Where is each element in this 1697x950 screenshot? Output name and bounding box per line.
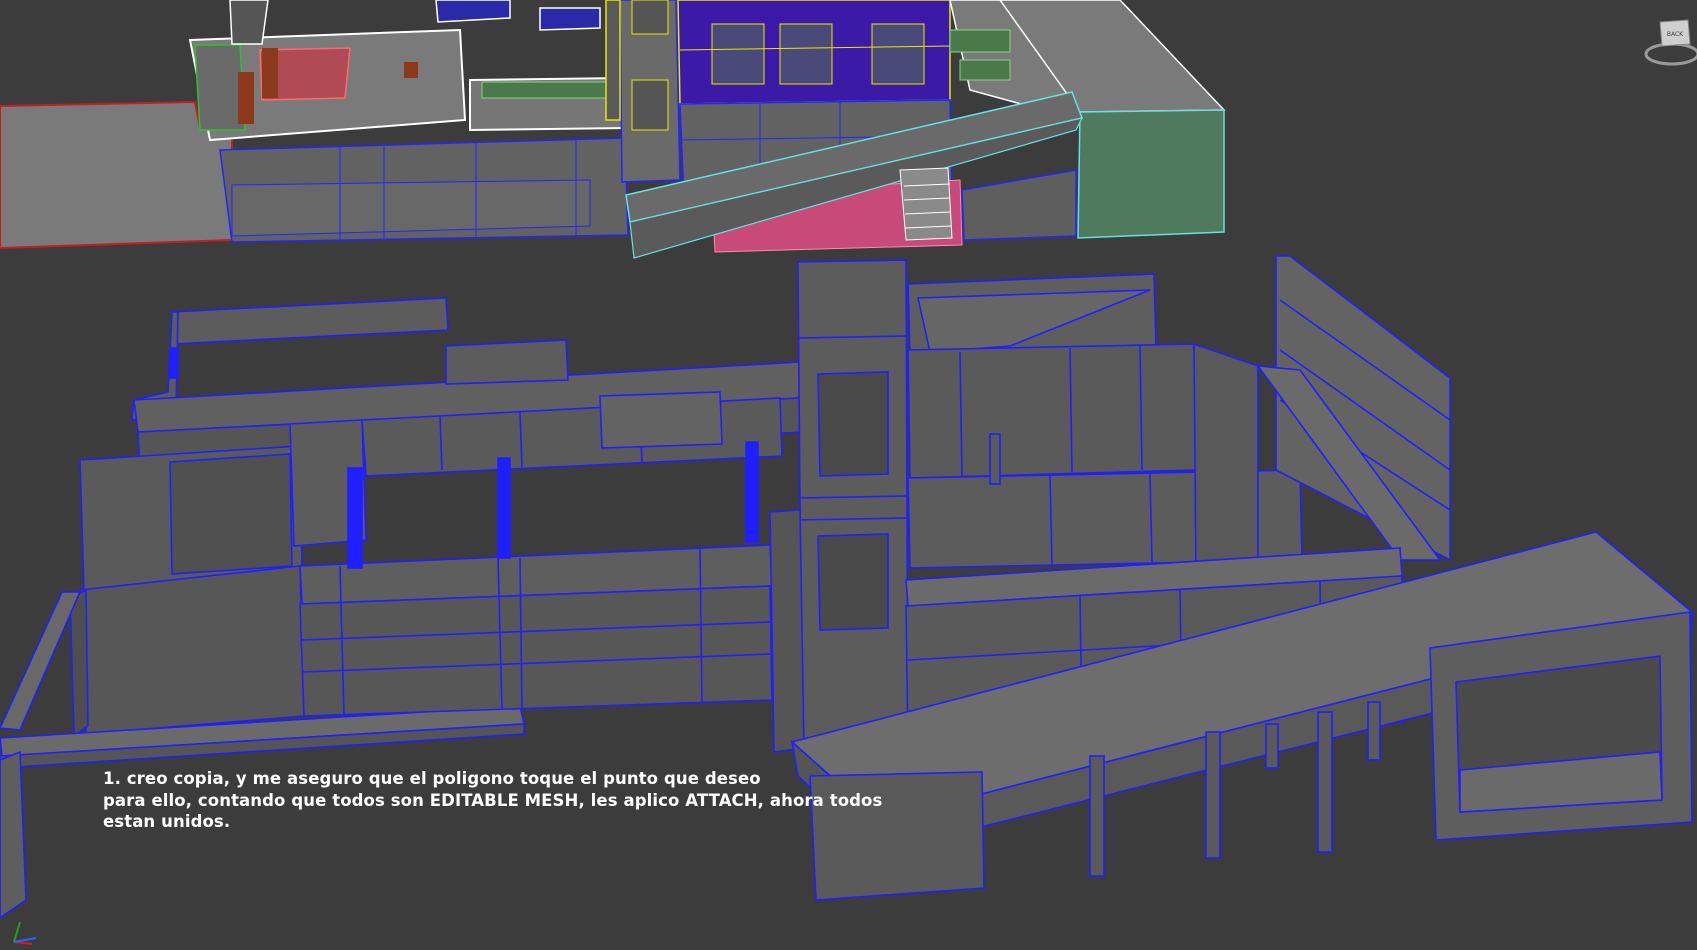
perspective-viewport[interactable]: BACK 1. creo copia, y me aseguro que el … (0, 0, 1697, 950)
axis-tripod-icon (13, 921, 37, 945)
annotation-note: 1. creo copia, y me aseguro que el polig… (103, 768, 882, 833)
original-building-model[interactable] (0, 0, 1226, 259)
svg-text:BACK: BACK (1667, 31, 1684, 38)
annotation-line-2: para ello, contando que todos son EDITAB… (103, 790, 883, 810)
annotation-line-3: estan unidos. (103, 812, 231, 831)
annotation-line-1: 1. creo copia, y me aseguro que el polig… (103, 769, 761, 788)
viewcube-icon[interactable]: BACK (1644, 19, 1697, 66)
